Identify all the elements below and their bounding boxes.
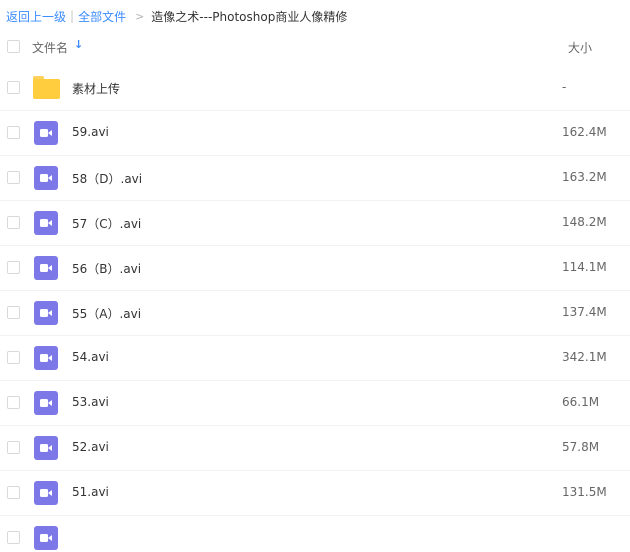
file-name[interactable]: 素材上传 bbox=[72, 80, 120, 97]
video-file-icon bbox=[34, 301, 58, 325]
file-row[interactable]: 56（B）.avi 114.1M bbox=[0, 246, 630, 291]
file-name[interactable]: 53.avi bbox=[72, 395, 109, 409]
row-checkbox[interactable] bbox=[7, 171, 20, 184]
partial-file-row[interactable] bbox=[0, 516, 630, 552]
video-file-icon bbox=[34, 391, 58, 415]
file-name[interactable]: 58（D）.avi bbox=[72, 170, 142, 187]
breadcrumb-arrow-icon: > bbox=[135, 9, 145, 23]
current-folder-title: 造像之术---Photoshop商业人像精修 bbox=[151, 9, 348, 24]
file-name[interactable]: 51.avi bbox=[72, 485, 109, 499]
file-row[interactable]: 53.avi 66.1M bbox=[0, 381, 630, 426]
name-column-header[interactable]: 文件名 bbox=[32, 39, 68, 56]
video-file-icon bbox=[34, 256, 58, 280]
file-row[interactable]: 素材上传 - bbox=[0, 66, 630, 111]
row-checkbox[interactable] bbox=[7, 306, 20, 319]
video-file-icon bbox=[34, 481, 58, 505]
file-name[interactable]: 55（A）.avi bbox=[72, 305, 141, 322]
file-row[interactable]: 52.avi 57.8M bbox=[0, 426, 630, 471]
video-file-icon bbox=[34, 121, 58, 145]
file-size: 137.4M bbox=[562, 305, 607, 319]
file-name[interactable]: 57（C）.avi bbox=[72, 215, 141, 232]
file-name[interactable]: 59.avi bbox=[72, 125, 109, 139]
file-size: 66.1M bbox=[562, 395, 600, 409]
back-link[interactable]: 返回上一级 bbox=[6, 8, 66, 25]
file-name[interactable]: 54.avi bbox=[72, 350, 109, 364]
file-row[interactable]: 51.avi 131.5M bbox=[0, 471, 630, 516]
row-checkbox[interactable] bbox=[7, 486, 20, 499]
file-size: 131.5M bbox=[562, 485, 607, 499]
file-size: 163.2M bbox=[562, 170, 607, 184]
file-list-header: 文件名 ↓ 大小 bbox=[0, 32, 630, 62]
file-row[interactable]: 58（D）.avi 163.2M bbox=[0, 156, 630, 201]
video-file-icon bbox=[34, 526, 58, 550]
size-column-header[interactable]: 大小 bbox=[568, 39, 592, 56]
file-row[interactable]: 57（C）.avi 148.2M bbox=[0, 201, 630, 246]
file-size: 114.1M bbox=[562, 260, 607, 274]
file-size: 57.8M bbox=[562, 440, 600, 454]
file-size: - bbox=[562, 80, 567, 94]
video-file-icon bbox=[34, 436, 58, 460]
file-row[interactable]: 59.avi 162.4M bbox=[0, 111, 630, 156]
breadcrumb-separator: | bbox=[70, 9, 75, 23]
file-row[interactable]: 54.avi 342.1M bbox=[0, 336, 630, 381]
file-size: 162.4M bbox=[562, 125, 607, 139]
row-checkbox[interactable] bbox=[7, 351, 20, 364]
file-row[interactable]: 55（A）.avi 137.4M bbox=[0, 291, 630, 336]
file-name[interactable]: 56（B）.avi bbox=[72, 260, 141, 277]
file-list: 素材上传 - 59.avi 162.4M 58（D）.avi 163.2M 57… bbox=[0, 66, 630, 516]
row-checkbox[interactable] bbox=[7, 126, 20, 139]
row-checkbox[interactable] bbox=[7, 441, 20, 454]
row-checkbox[interactable] bbox=[7, 261, 20, 274]
row-checkbox[interactable] bbox=[7, 81, 20, 94]
folder-icon bbox=[33, 76, 60, 99]
file-name[interactable]: 52.avi bbox=[72, 440, 109, 454]
breadcrumb: 返回上一级 | 全部文件 > 造像之术---Photoshop商业人像精修 bbox=[6, 0, 626, 32]
video-file-icon bbox=[34, 346, 58, 370]
row-checkbox[interactable] bbox=[7, 396, 20, 409]
file-size: 342.1M bbox=[562, 350, 607, 364]
video-file-icon bbox=[34, 211, 58, 235]
row-checkbox[interactable] bbox=[7, 531, 20, 544]
select-all-checkbox[interactable] bbox=[7, 40, 20, 53]
all-files-link[interactable]: 全部文件 bbox=[78, 8, 126, 25]
file-size: 148.2M bbox=[562, 215, 607, 229]
sort-arrow-down-icon[interactable]: ↓ bbox=[74, 38, 83, 51]
row-checkbox[interactable] bbox=[7, 216, 20, 229]
video-file-icon bbox=[34, 166, 58, 190]
